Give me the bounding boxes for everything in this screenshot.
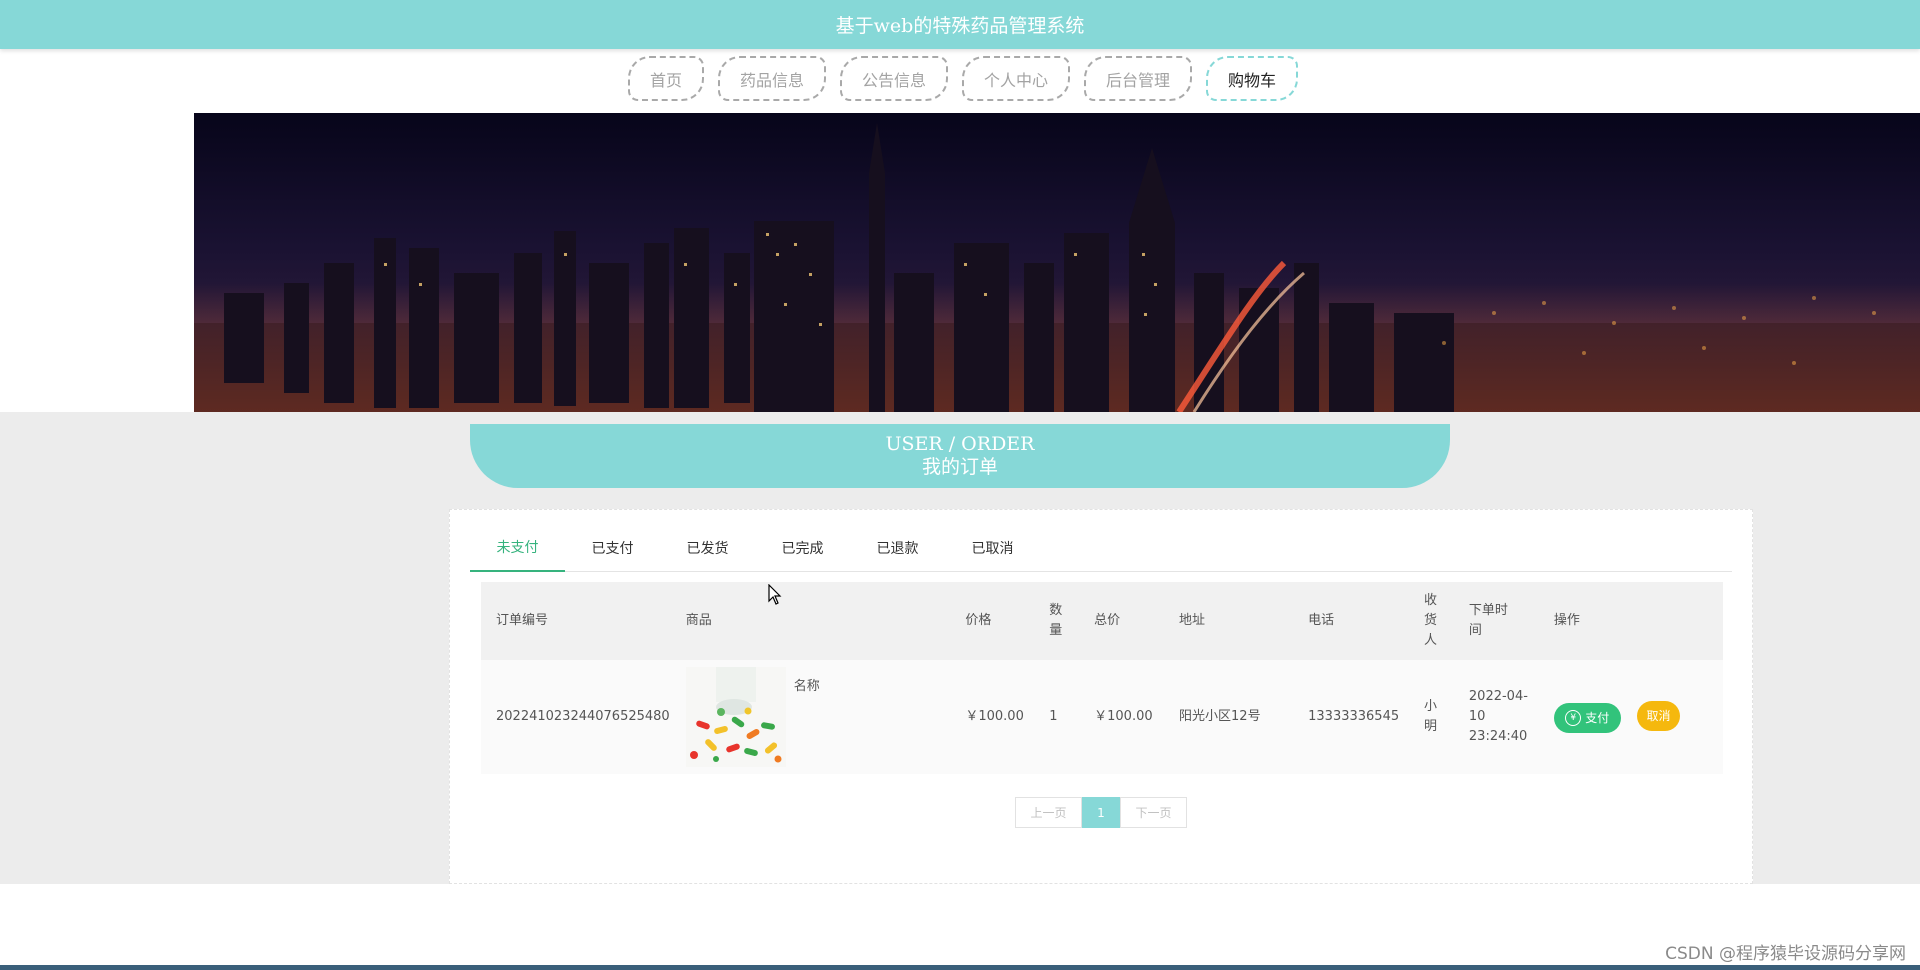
orders-table: 订单编号 商品 价格 数量 总价 地址 电话 收货人 下单时间 操作 20224… — [481, 582, 1723, 774]
nav-item-announcements[interactable]: 公告信息 — [839, 56, 948, 101]
watermark: CSDN @程序猿毕设源码分享网 — [1665, 944, 1906, 964]
tab-paid[interactable]: 已支付 — [565, 524, 660, 572]
order-section-header: USER / ORDER 我的订单 — [470, 424, 1450, 488]
th-qty-label: 数量 — [1049, 603, 1063, 638]
cell-order-no: 202241023244076525480 — [496, 709, 670, 724]
cell-phone: 13333336545 — [1308, 709, 1400, 724]
order-section-cn-title: 我的订单 — [921, 456, 998, 478]
cell-qty: 1 — [1049, 709, 1058, 724]
cell-price: ￥100.00 — [965, 709, 1024, 724]
next-page-button[interactable]: 下一页 — [1120, 797, 1187, 828]
pills-image — [685, 667, 786, 767]
th-total: 总价 — [1094, 613, 1121, 628]
product-info: 名称 — [685, 667, 950, 767]
nav-item-personal-center[interactable]: 个人中心 — [962, 56, 1071, 101]
th-ops: 操作 — [1553, 613, 1580, 628]
site-title: 基于web的特殊药品管理系统 — [835, 15, 1085, 37]
table-row: 202241023244076525480 名称 ￥100.00 1 ￥100.… — [481, 660, 1723, 774]
page-number-current[interactable]: 1 — [1082, 797, 1120, 828]
th-product: 商品 — [685, 613, 712, 628]
th-receiver: 收货人 — [1416, 582, 1461, 660]
city-skyline-image — [194, 113, 1920, 412]
cell-product: 名称 — [678, 660, 958, 774]
product-image[interactable] — [685, 667, 786, 767]
prev-page-button[interactable]: 上一页 — [1015, 797, 1082, 828]
th-qty: 数量 — [1041, 582, 1086, 660]
pay-label: 支付 — [1585, 711, 1610, 725]
mouse-cursor-icon — [768, 584, 782, 605]
order-section-en-title: USER / ORDER — [885, 433, 1035, 455]
th-address: 地址 — [1179, 613, 1206, 628]
nav-item-home[interactable]: 首页 — [627, 56, 704, 101]
nav-item-cart[interactable]: 购物车 — [1206, 56, 1299, 101]
th-order-no: 订单编号 — [496, 613, 549, 628]
th-time-label: 下单时间 — [1468, 603, 1508, 638]
th-price: 价格 — [965, 613, 992, 628]
product-name[interactable]: 名称 — [794, 667, 820, 697]
tab-shipped[interactable]: 已发货 — [660, 524, 755, 572]
cell-receiver: 小明 — [1416, 660, 1461, 774]
order-time: 2022-04-10 23:24:40 — [1468, 689, 1528, 744]
banner-image — [194, 113, 1920, 412]
cancel-button[interactable]: 取消 — [1636, 701, 1680, 731]
order-status-tabs: 未支付 已支付 已发货 已完成 已退款 已取消 — [470, 524, 1732, 572]
tab-cancelled[interactable]: 已取消 — [945, 524, 1040, 572]
cell-time: 2022-04-10 23:24:40 — [1461, 660, 1546, 774]
cell-total: ￥100.00 — [1094, 709, 1153, 724]
tab-refunded[interactable]: 已退款 — [850, 524, 945, 572]
yen-icon: ¥ — [1565, 710, 1582, 726]
cell-address: 阳光小区12号 — [1179, 709, 1261, 724]
pagination: 上一页 1 下一页 — [1015, 797, 1187, 828]
orders-card: 未支付 已支付 已发货 已完成 已退款 已取消 订单编号 商品 价格 数量 总价… — [449, 509, 1753, 884]
nav-item-admin[interactable]: 后台管理 — [1084, 56, 1193, 101]
table-header-row: 订单编号 商品 价格 数量 总价 地址 电话 收货人 下单时间 操作 — [481, 582, 1723, 660]
th-time: 下单时间 — [1461, 582, 1546, 660]
th-receiver-label: 收货人 — [1424, 593, 1438, 648]
th-phone: 电话 — [1308, 613, 1335, 628]
pay-button[interactable]: ¥ 支付 — [1553, 703, 1621, 733]
receiver-name: 小明 — [1424, 699, 1438, 734]
main-nav: 首页 药品信息 公告信息 个人中心 后台管理 购物车 — [0, 56, 1920, 102]
top-header-bar: 基于web的特殊药品管理系统 — [0, 0, 1920, 49]
taskbar-edge — [0, 965, 1920, 970]
tab-unpaid[interactable]: 未支付 — [470, 524, 565, 572]
tab-completed[interactable]: 已完成 — [755, 524, 850, 572]
cell-ops: ¥ 支付 取消 — [1546, 660, 1723, 774]
nav-item-drug-info[interactable]: 药品信息 — [717, 56, 826, 101]
